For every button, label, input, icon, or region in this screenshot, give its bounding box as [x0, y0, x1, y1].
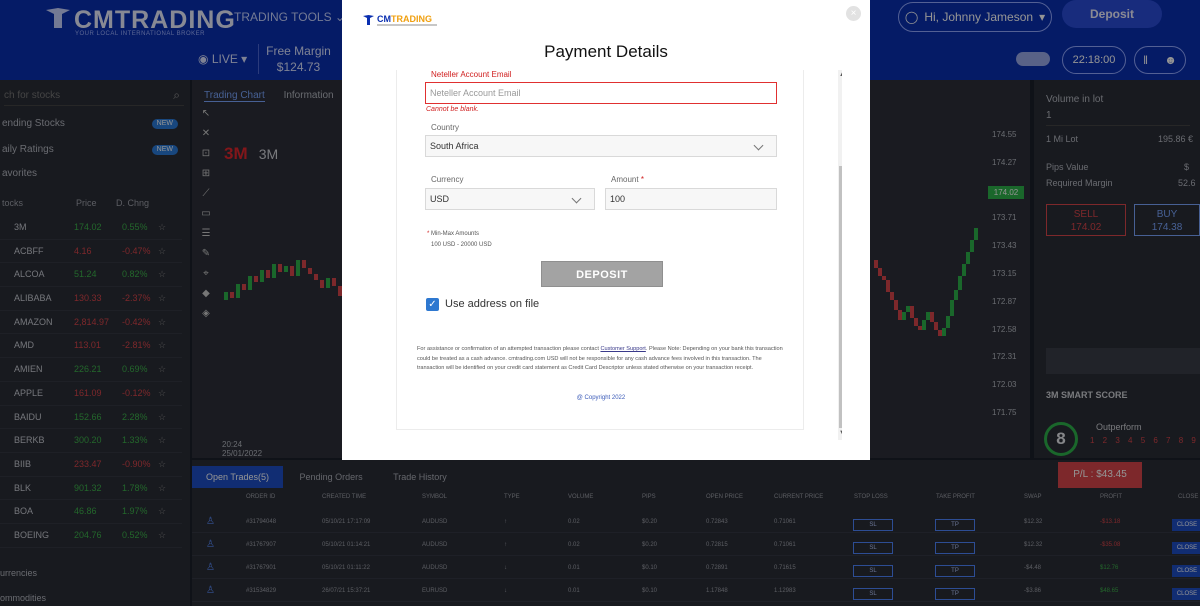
form-scrollbar[interactable]: ▲ ▼	[838, 70, 842, 440]
min-max-info: * Min-Max Amounts 100 USD - 20000 USD	[427, 229, 492, 251]
min-max-value: 100 USD - 20000 USD	[431, 242, 492, 248]
min-max-title: * Min-Max Amounts	[427, 229, 492, 240]
modal-logo-text-a: CM	[377, 14, 391, 24]
scroll-up-icon[interactable]: ▲	[839, 72, 842, 78]
close-icon[interactable]: ×	[846, 6, 861, 21]
use-address-checkbox[interactable]: ✓	[426, 298, 439, 311]
amount-field[interactable]: 100	[605, 188, 777, 210]
payment-details-modal: CMTRADING × Payment Details Neteller Acc…	[342, 0, 870, 460]
fine-print: For assistance or confirmation of an att…	[417, 345, 787, 374]
currency-select[interactable]: USD	[425, 188, 595, 210]
country-label: Country	[431, 123, 460, 132]
amount-label-text: Amount	[611, 175, 639, 184]
currency-label: Currency	[431, 175, 464, 184]
chevron-down-icon	[753, 140, 764, 151]
email-placeholder: Neteller Account Email	[430, 88, 521, 98]
copyright: @ Copyright 2022	[576, 395, 626, 401]
scroll-down-icon[interactable]: ▼	[839, 430, 842, 436]
modal-logo-text: CMTRADING	[377, 14, 432, 24]
amount-value: 100	[610, 194, 626, 204]
email-label: Neteller Account Email	[431, 70, 512, 79]
modal-logo-tagline	[377, 24, 437, 26]
payment-form: Neteller Account Email Neteller Account …	[396, 70, 804, 430]
amount-required-mark: *	[640, 175, 644, 184]
modal-title: Payment Details	[544, 42, 668, 61]
modal-brand-logo: CMTRADING	[362, 14, 437, 28]
payment-form-scroll-area[interactable]: Neteller Account Email Neteller Account …	[396, 70, 842, 442]
customer-support-link[interactable]: Customer Support	[600, 346, 645, 352]
modal-logo-text-b: TRADING	[391, 14, 432, 24]
logo-mark-icon	[363, 15, 374, 25]
scrollbar-thumb[interactable]	[839, 166, 842, 428]
country-select[interactable]: South Africa	[425, 135, 777, 157]
email-error: Cannot be blank.	[426, 106, 479, 113]
currency-value: USD	[430, 194, 450, 204]
country-value: South Africa	[430, 141, 479, 151]
email-field[interactable]: Neteller Account Email	[425, 82, 777, 104]
required-mark: *	[427, 231, 430, 237]
min-max-title-text: Min-Max Amounts	[431, 231, 480, 237]
deposit-button[interactable]: DEPOSIT	[541, 261, 663, 287]
chevron-down-icon	[571, 193, 582, 204]
use-address-label[interactable]: Use address on file	[445, 298, 539, 310]
fine-print-text-1: For assistance or confirmation of an att…	[417, 346, 601, 352]
amount-label: Amount *	[611, 175, 644, 184]
